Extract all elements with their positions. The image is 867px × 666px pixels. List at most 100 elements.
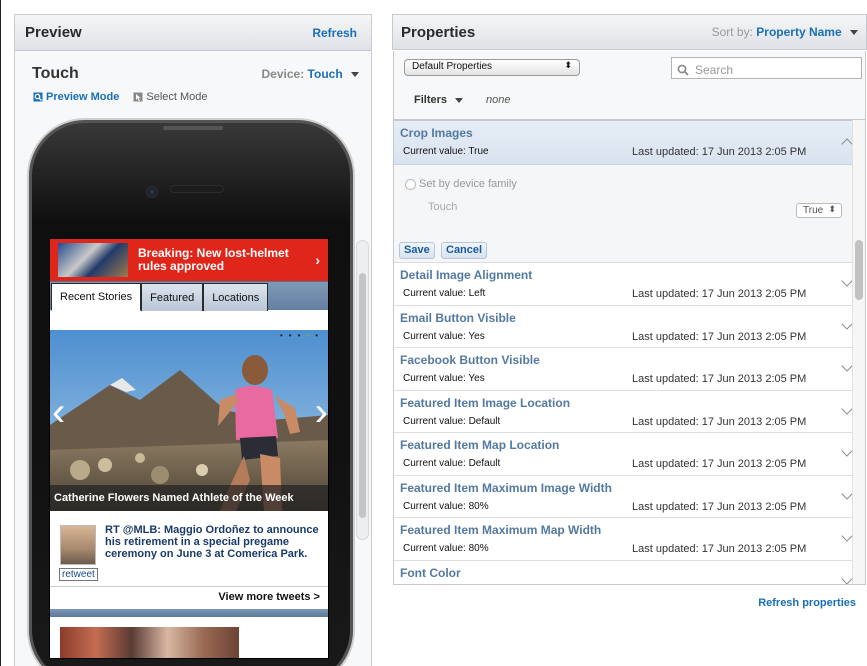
value-select[interactable]: True ⬍	[796, 203, 842, 218]
radio-button[interactable]	[405, 178, 416, 190]
updown-arrows-icon: ⬍	[828, 204, 836, 214]
property-row[interactable]: Detail Image Alignment Current value: Lef…	[394, 263, 865, 306]
runner-photo	[50, 330, 328, 511]
property-last-updated: Last updated: 17 Jun 2013 2:05 PM	[632, 415, 807, 428]
properties-toolbar: Default Properties ⬍ Search Filters none	[393, 51, 866, 119]
preview-mode-button[interactable]: Preview Mode	[33, 91, 119, 103]
property-current-value: Current value: Yes	[403, 373, 485, 384]
property-name: Detail Image Alignment	[400, 268, 533, 282]
property-name: Featured Item Maximum Map Width	[400, 523, 602, 537]
property-last-updated: Last updated: 17 Jun 2013 2:05 PM	[632, 330, 807, 343]
property-name: Crop Images	[400, 126, 473, 140]
property-set-value: Default Properties	[412, 61, 493, 72]
property-row[interactable]: Facebook Button Visible Current value: Ye…	[394, 348, 865, 391]
property-list: Crop Images Current value: True Last upd…	[393, 119, 866, 585]
tab-featured[interactable]: Featured	[141, 283, 204, 311]
property-last-updated: Last updated: 17 Jun 2013 2:05 PM	[632, 288, 807, 300]
property-name: Featured Item Image Location	[400, 395, 571, 410]
set-by-device-family-option[interactable]: Set by device family	[405, 178, 517, 190]
earpiece	[170, 185, 224, 193]
property-current-value: Current value: True	[403, 146, 489, 157]
preview-title: Preview	[25, 24, 82, 41]
chevron-down-icon[interactable]	[841, 402, 853, 415]
select-mode-label: Select Mode	[146, 91, 208, 103]
filters-label: Filters	[414, 94, 448, 106]
property-name: Font Color	[400, 565, 461, 580]
property-name: Featured Item Maximum Image Width	[400, 480, 612, 495]
property-row[interactable]: Font Color	[394, 561, 865, 584]
device-label: Device:	[261, 67, 305, 81]
sort-by-label: Sort by:	[711, 25, 753, 39]
properties-title: Properties	[401, 23, 476, 41]
cancel-button[interactable]: Cancel	[441, 242, 488, 259]
preview-panel: Preview Refresh Touch Device: Touch Prev…	[14, 14, 372, 666]
properties-panel: Properties Sort by: Property Name Defaul…	[392, 14, 867, 666]
sort-by-selector[interactable]: Sort by: Property Name	[712, 25, 858, 39]
property-last-updated: Last updated: 17 Jun 2013 2:05 PM	[632, 458, 807, 470]
mode-toggle: Preview Mode Select Mode	[15, 83, 371, 103]
updown-arrows-icon: ⬍	[564, 60, 572, 70]
property-row[interactable]: Featured Item Image Location Current valu…	[394, 391, 865, 433]
filters-dropdown[interactable]: Filters	[414, 94, 464, 106]
carousel-dots: •••••	[279, 331, 324, 340]
chevron-down-icon[interactable]	[841, 360, 853, 372]
select-mode-button[interactable]: Select Mode	[133, 91, 208, 103]
property-list-scroll-thumb[interactable]	[855, 240, 863, 300]
property-current-value: Current value: Left	[403, 288, 486, 299]
breaking-news-banner[interactable]: Breaking: New lost-helmet rules approved…	[50, 239, 328, 281]
preview-mode-label: Preview Mode	[46, 91, 120, 103]
property-current-value: Current value: Default	[403, 458, 501, 469]
phone-screen: Breaking: New lost-helmet rules approved…	[49, 238, 329, 659]
caret-down-icon	[850, 30, 858, 36]
property-row[interactable]: Featured Item Maximum Map Width Current v…	[394, 518, 865, 561]
property-set-select[interactable]: Default Properties ⬍	[404, 59, 580, 76]
chevron-down-icon[interactable]	[841, 445, 853, 457]
property-name: Email Button Visible	[400, 310, 516, 325]
property-row[interactable]: Featured Item Maximum Image Width Current…	[394, 476, 865, 518]
refresh-button[interactable]: Refresh	[312, 26, 357, 40]
hero-caption: Catherine Flowers Named Athlete of the W…	[50, 485, 328, 511]
chevron-down-icon[interactable]	[841, 572, 853, 584]
property-current-value: Current value: 80%	[403, 543, 489, 554]
tab-recent-stories[interactable]: Recent Stories	[51, 283, 142, 311]
tab-locations[interactable]: Locations	[203, 283, 269, 311]
device-value: Touch	[307, 67, 343, 81]
chevron-down-icon[interactable]	[841, 530, 853, 542]
property-current-value: Current value: Yes	[403, 330, 485, 342]
chevron-up-icon[interactable]	[841, 138, 853, 150]
search-input[interactable]: Search	[671, 57, 862, 79]
property-list-scrollbar[interactable]	[852, 120, 865, 584]
chevron-down-icon[interactable]	[841, 275, 853, 287]
retweet-button[interactable]: retweet	[59, 568, 98, 581]
caret-down-icon	[455, 97, 464, 103]
breaking-news-text: Breaking: New lost-helmet rules approved	[138, 246, 289, 273]
hero-next-icon[interactable]: ›	[315, 392, 328, 432]
search-icon	[677, 64, 689, 76]
preview-scroll-thumb[interactable]	[359, 273, 366, 518]
refresh-properties-link[interactable]: Refresh properties	[758, 597, 856, 609]
camera-icon	[146, 186, 158, 198]
set-by-label: Set by device family	[419, 178, 517, 190]
save-button[interactable]: Save	[399, 242, 435, 259]
preview-scrollbar[interactable]	[356, 240, 369, 540]
chevron-down-icon[interactable]	[841, 317, 853, 330]
property-last-updated: Last updated: 17 Jun 2013 2:05 PM	[632, 373, 807, 385]
device-selector[interactable]: Device: Touch	[261, 67, 359, 81]
property-name: Featured Item Map Location	[400, 438, 560, 452]
hero-prev-icon[interactable]: ‹	[52, 392, 65, 432]
value-select-value: True	[803, 205, 824, 216]
select-cursor-icon	[133, 92, 143, 102]
property-name: Facebook Button Visible	[400, 353, 540, 367]
sort-by-value: Property Name	[756, 25, 842, 39]
chevron-down-icon[interactable]	[841, 487, 853, 500]
phone-top-edge	[163, 126, 223, 130]
property-row[interactable]: Email Button Visible Current value: Yes La…	[394, 306, 865, 348]
tweet-text: RT @MLB: Maggio Ordoñez to announce his …	[105, 524, 319, 560]
hero-image[interactable]: ‹ › Catherine Flowers Named Athlete of t…	[50, 330, 328, 511]
window-edge	[0, 0, 1, 666]
property-row-selected[interactable]: Crop Images Current value: True Last upd…	[394, 120, 865, 165]
view-more-tweets-link[interactable]: View more tweets >	[50, 586, 328, 608]
magnifier-icon	[33, 92, 43, 102]
property-row[interactable]: Featured Item Map Location Current value:…	[394, 433, 865, 476]
preview-device-title: Touch	[32, 65, 79, 82]
